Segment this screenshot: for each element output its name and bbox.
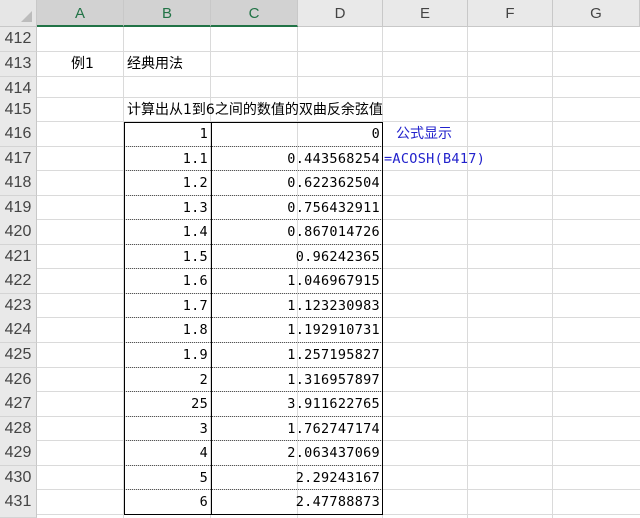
cell-d418[interactable]: 0.622362504 <box>212 171 383 195</box>
row-header-430[interactable]: 430 <box>0 466 37 491</box>
cell-b425[interactable]: 1.9 <box>124 343 211 367</box>
gridline <box>37 514 640 515</box>
row-header-426[interactable]: 426 <box>0 368 37 393</box>
cell-d424[interactable]: 1.192910731 <box>212 318 383 342</box>
row-header-425[interactable]: 425 <box>0 343 37 368</box>
cell-b426[interactable]: 2 <box>124 368 211 392</box>
cell-b428[interactable]: 3 <box>124 417 211 441</box>
cell-d431[interactable]: 2.47788873 <box>212 490 383 514</box>
cell-b415[interactable]: 计算出从1到6之间的数值的双曲反余弦值 <box>127 98 383 122</box>
cell-d416[interactable]: 0 <box>212 122 383 146</box>
row-header-421[interactable]: 421 <box>0 245 37 270</box>
cell-d417[interactable]: 0.443568254 <box>212 147 383 171</box>
column-header-a[interactable]: A <box>37 0 124 27</box>
cell-d423[interactable]: 1.123230983 <box>212 294 383 318</box>
row-header-431[interactable]: 431 <box>0 490 37 518</box>
cell-d421[interactable]: 0.96242365 <box>212 245 383 269</box>
cell-d429[interactable]: 2.063437069 <box>212 441 383 465</box>
row-header-413[interactable]: 413 <box>0 52 37 77</box>
column-header-b[interactable]: B <box>124 0 211 27</box>
cell-d425[interactable]: 1.257195827 <box>212 343 383 367</box>
cell-b423[interactable]: 1.7 <box>124 294 211 318</box>
cell-d420[interactable]: 0.867014726 <box>212 220 383 244</box>
cell-b420[interactable]: 1.4 <box>124 220 211 244</box>
cell-b430[interactable]: 5 <box>124 466 211 490</box>
column-header-d[interactable]: D <box>298 0 383 27</box>
gridline <box>467 27 468 518</box>
row-header-422[interactable]: 422 <box>0 269 37 294</box>
cell-b413[interactable]: 经典用法 <box>127 52 183 76</box>
cell-d422[interactable]: 1.046967915 <box>212 269 383 293</box>
row-header-412[interactable]: 412 <box>0 27 37 52</box>
cell-b422[interactable]: 1.6 <box>124 269 211 293</box>
cell-b427[interactable]: 25 <box>124 392 211 416</box>
gridline <box>552 27 553 518</box>
cell-e416[interactable]: 公式显示 <box>396 122 452 146</box>
row-header-418[interactable]: 418 <box>0 171 37 196</box>
cell-b417[interactable]: 1.1 <box>124 147 211 171</box>
row-header-424[interactable]: 424 <box>0 318 37 343</box>
row-header-415[interactable]: 415 <box>0 98 37 123</box>
cell-b424[interactable]: 1.8 <box>124 318 211 342</box>
row-header-423[interactable]: 423 <box>0 294 37 319</box>
row-header-428[interactable]: 428 <box>0 417 37 442</box>
row-header-427[interactable]: 427 <box>0 392 37 417</box>
column-header-e[interactable]: E <box>383 0 468 27</box>
cell-b416[interactable]: 1 <box>124 122 211 146</box>
select-all-triangle-icon <box>21 11 32 22</box>
cell-b418[interactable]: 1.2 <box>124 171 211 195</box>
column-header-c[interactable]: C <box>211 0 298 27</box>
spreadsheet-grid[interactable]: A B C D E F G 412 413 414 415 416 417 41… <box>0 0 640 518</box>
row-header-416[interactable]: 416 <box>0 122 37 147</box>
row-header-429[interactable]: 429 <box>0 441 37 466</box>
column-header-f[interactable]: F <box>468 0 553 27</box>
row-header-420[interactable]: 420 <box>0 220 37 245</box>
cell-d426[interactable]: 1.316957897 <box>212 368 383 392</box>
cell-b431[interactable]: 6 <box>124 490 211 514</box>
row-header-417[interactable]: 417 <box>0 147 37 172</box>
cell-b419[interactable]: 1.3 <box>124 196 211 220</box>
gridline <box>37 76 640 77</box>
cell-b429[interactable]: 4 <box>124 441 211 465</box>
column-header-g[interactable]: G <box>553 0 640 27</box>
cell-b421[interactable]: 1.5 <box>124 245 211 269</box>
cell-d428[interactable]: 1.762747174 <box>212 417 383 441</box>
cell-d430[interactable]: 2.29243167 <box>212 466 383 490</box>
cell-d427[interactable]: 3.911622765 <box>212 392 383 416</box>
select-all-corner[interactable] <box>0 0 37 27</box>
cell-d419[interactable]: 0.756432911 <box>212 196 383 220</box>
row-header-419[interactable]: 419 <box>0 196 37 221</box>
cell-e417-formula-text[interactable]: =ACOSH(B417) <box>384 147 485 171</box>
cell-a413[interactable]: 例1 <box>71 52 94 76</box>
